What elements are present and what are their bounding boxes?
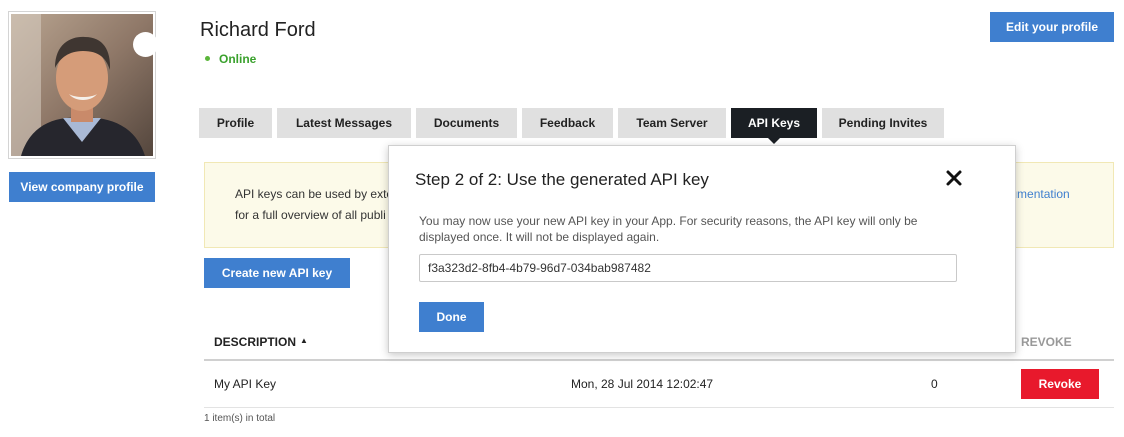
- column-header-revoke: REVOKE: [1021, 335, 1072, 349]
- online-status-icon: [205, 56, 210, 61]
- info-text-line-1: API keys can be used by exte: [235, 187, 394, 201]
- status-badge: Online: [205, 52, 256, 66]
- table-total-count: 1 item(s) in total: [204, 413, 276, 424]
- tab-feedback[interactable]: Feedback: [522, 108, 613, 138]
- api-key-modal: Step 2 of 2: Use the generated API key Y…: [388, 145, 1016, 353]
- column-header-description-label: DESCRIPTION: [214, 335, 297, 349]
- table-row-divider: [204, 407, 1114, 408]
- info-text-line-2: for a full overview of all publi: [235, 208, 386, 222]
- status-text: Online: [219, 52, 257, 66]
- create-api-key-button[interactable]: Create new API key: [204, 258, 350, 288]
- column-header-description[interactable]: DESCRIPTION ▲: [214, 335, 308, 349]
- avatar: [8, 11, 158, 159]
- view-company-profile-button[interactable]: View company profile: [9, 172, 155, 202]
- table-header-divider: [204, 359, 1114, 361]
- modal-title: Step 2 of 2: Use the generated API key: [415, 170, 709, 189]
- tab-team-server[interactable]: Team Server: [618, 108, 726, 138]
- revoke-button[interactable]: Revoke: [1021, 369, 1099, 399]
- tab-api-keys-label: API Keys: [747, 116, 801, 130]
- tab-pending-invites[interactable]: Pending Invites: [822, 108, 944, 138]
- sort-ascending-icon: ▲: [300, 336, 308, 345]
- avatar-badge: [133, 32, 158, 57]
- cell-usage-count: 0: [931, 377, 938, 391]
- close-icon[interactable]: [945, 169, 963, 187]
- tab-profile[interactable]: Profile: [199, 108, 272, 138]
- tab-latest-messages[interactable]: Latest Messages: [277, 108, 411, 138]
- tab-documents[interactable]: Documents: [416, 108, 517, 138]
- modal-message: You may now use your new API key in your…: [419, 214, 918, 244]
- cell-created: Mon, 28 Jul 2014 12:02:47: [571, 377, 714, 391]
- done-button[interactable]: Done: [419, 302, 484, 332]
- api-key-field[interactable]: [419, 254, 957, 282]
- edit-profile-button[interactable]: Edit your profile: [990, 12, 1114, 42]
- cell-description: My API Key: [214, 377, 277, 391]
- user-name: Richard Ford: [200, 19, 316, 41]
- tab-api-keys[interactable]: API Keys: [731, 108, 817, 144]
- active-tab-caret-icon: [768, 138, 780, 144]
